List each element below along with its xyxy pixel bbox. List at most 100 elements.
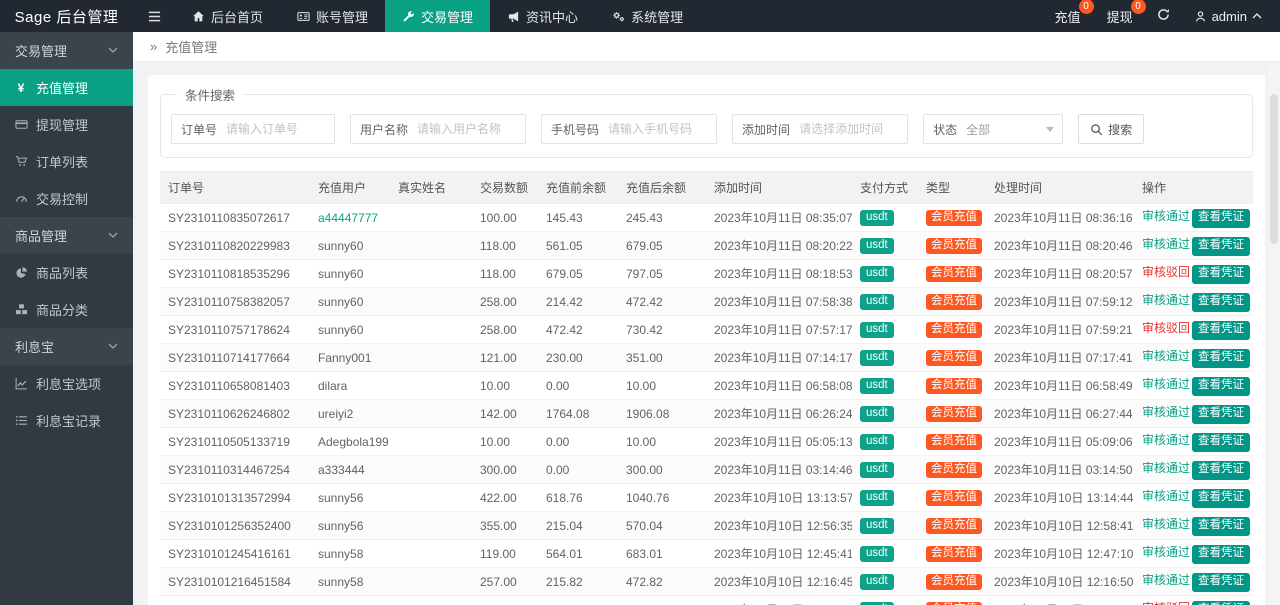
sidebar-item[interactable]: 提现管理 — [0, 106, 133, 143]
sidebar-item[interactable]: 订单列表 — [0, 143, 133, 180]
cell-pay: usdt — [852, 343, 918, 372]
sidebar-toggle-button[interactable] — [133, 0, 175, 32]
user-menu[interactable]: admin — [1194, 9, 1262, 24]
sidebar-group-header[interactable]: 交易管理 — [0, 32, 133, 69]
order-number: SY2310101313572994 — [168, 490, 291, 505]
nav-item[interactable]: 后台首页 — [175, 0, 280, 32]
view-voucher-button[interactable]: 查看凭证 — [1192, 517, 1251, 536]
view-voucher-button[interactable]: 查看凭证 — [1192, 461, 1251, 480]
sidebar-item[interactable]: 商品分类 — [0, 291, 133, 328]
view-voucher-button[interactable]: 查看凭证 — [1192, 573, 1251, 592]
filter-input[interactable] — [226, 115, 335, 143]
sidebar-item[interactable]: 利息宝记录 — [0, 402, 133, 439]
balance-before: 214.42 — [546, 294, 583, 309]
filter-input[interactable] — [799, 115, 908, 143]
balance-before: 0.00 — [546, 378, 570, 393]
megaphone-icon — [507, 10, 520, 23]
view-voucher-button[interactable]: 查看凭证 — [1192, 349, 1251, 368]
view-voucher-button[interactable]: 查看凭证 — [1192, 209, 1251, 228]
cell-user: Fanny001 — [310, 343, 390, 372]
audit-status: 审核通过 — [1142, 573, 1191, 588]
cell-actions: 审核通过 查看凭证 — [1134, 287, 1253, 316]
table-row: SY2310110714177664 Fanny001 121.00 230.00 35… — [160, 343, 1253, 372]
table-head: 订单号 充值用户 真实姓名 交易数额 充值前余额 充值后余额 添加时间 支付方式 类型 处理时间操… — [160, 171, 1253, 204]
cell-actions: 审核驳回查看凭证 — [1134, 315, 1253, 344]
nav-item-label: 系统管理 — [631, 9, 684, 25]
processed-time: 2023年10月11日 07:59:21 — [994, 323, 1133, 337]
cell-pay: usdt — [852, 539, 918, 568]
nav-item[interactable]: 交易管理 — [385, 0, 491, 32]
filter-input[interactable] — [608, 115, 717, 143]
filter-field-label: 手机号码 — [551, 122, 600, 137]
cell-after: 300.00 — [618, 455, 706, 484]
quick-link[interactable]: 提现 0 — [1107, 0, 1146, 26]
nav-item[interactable]: 系统管理 — [595, 0, 700, 32]
order-number: SY2310110505133719 — [168, 434, 290, 449]
type-badge: 会员充值 — [926, 545, 982, 563]
cell-user: a44447777 — [310, 203, 390, 232]
nav-item[interactable]: 资讯中心 — [490, 0, 595, 32]
sidebar-item[interactable]: 商品列表 — [0, 254, 133, 291]
cell-amount: 121.00 — [472, 343, 538, 372]
column-header: 充值后余额 — [618, 171, 706, 204]
cell-user: sunny60 — [310, 287, 390, 316]
view-voucher-button[interactable]: 查看凭证 — [1192, 489, 1251, 508]
cell-order: SY2310110818535296 — [160, 259, 310, 288]
cell-type: 会员充值 — [918, 483, 986, 512]
cell-order: SY2310110658081403 — [160, 371, 310, 400]
view-voucher-button[interactable]: 查看凭证 — [1192, 433, 1251, 452]
cell-user: sunny56 — [310, 511, 390, 540]
recharge-user: ureiyi2 — [318, 406, 354, 421]
cell-processed: 2023年10月11日 06:27:44 — [986, 399, 1134, 428]
processed-time: 2023年10月10日 12:47:10 — [994, 547, 1134, 561]
cell-processed: 2023年10月11日 07:59:21 — [986, 315, 1134, 344]
view-voucher-button[interactable]: 查看凭证 — [1192, 377, 1251, 396]
refresh-button[interactable] — [1157, 8, 1170, 24]
sidebar-item[interactable]: ¥ 充值管理 — [0, 69, 133, 106]
topbar-right: 充值 0 提现 0 admin — [1055, 0, 1280, 32]
search-button-label: 搜索 — [1108, 122, 1133, 137]
cell-before: 472.42 — [538, 315, 618, 344]
cell-processed: 2023年10月10日 13:14:44 — [986, 483, 1134, 512]
view-voucher-button[interactable]: 查看凭证 — [1192, 265, 1251, 284]
cell-before: 215.04 — [538, 511, 618, 540]
cell-after: 245.43 — [618, 203, 706, 232]
nav-item[interactable]: 账号管理 — [280, 0, 385, 32]
cell-order: SY2310110626246802 — [160, 399, 310, 428]
order-number: SY2310101256352400 — [168, 518, 291, 533]
processed-time: 2023年10月11日 05:09:06 — [994, 435, 1133, 449]
view-voucher-button[interactable]: 查看凭证 — [1192, 237, 1251, 256]
sidebar-group-header[interactable]: 商品管理 — [0, 217, 133, 254]
sidebar-item[interactable]: 交易控制 — [0, 180, 133, 217]
audit-status: 审核通过 — [1142, 405, 1191, 420]
cell-processed: 2023年10月11日 05:09:06 — [986, 427, 1134, 456]
processed-time: 2023年10月11日 06:58:49 — [994, 379, 1133, 393]
cell-order: SY2310110314467254 — [160, 455, 310, 484]
recharge-user[interactable]: a44447777 — [318, 211, 378, 225]
sidebar-group-header[interactable]: 利息宝 — [0, 328, 133, 365]
audit-status: 审核通过 — [1142, 517, 1191, 532]
sidebar-item-label: 充值管理 — [36, 81, 89, 96]
filter-input[interactable] — [417, 115, 526, 143]
cell-real-name — [390, 427, 472, 456]
scrollbar-track[interactable] — [1268, 64, 1280, 605]
view-voucher-button[interactable]: 查看凭证 — [1192, 545, 1251, 564]
table-row: SY2310101216451584 sunny58 257.00 215.82 472… — [160, 567, 1253, 596]
order-number: SY2310110757178624 — [168, 322, 290, 337]
cell-before: 215.82 — [538, 567, 618, 596]
status-select[interactable]: 全部 — [966, 115, 1062, 143]
layout: 交易管理 ¥ 充值管理 提现管理 订单列表 交易控制 商品管理 商品列表商品分类利息宝 利息宝选… — [0, 32, 1280, 605]
view-voucher-button[interactable]: 查看凭证 — [1192, 601, 1251, 605]
transaction-amount: 142.00 — [480, 406, 517, 421]
cell-added: 2023年10月10日 12:56:35 — [706, 511, 852, 540]
scrollbar-thumb[interactable] — [1270, 94, 1278, 244]
view-voucher-button[interactable]: 查看凭证 — [1192, 405, 1251, 424]
type-badge: 会员充值 — [926, 293, 982, 311]
view-voucher-button[interactable]: 查看凭证 — [1192, 293, 1251, 312]
search-button[interactable]: 搜索 — [1078, 114, 1145, 144]
audit-status: 审核驳回 — [1142, 321, 1191, 336]
view-voucher-button[interactable]: 查看凭证 — [1192, 321, 1251, 340]
quick-link[interactable]: 充值 0 — [1055, 0, 1094, 26]
sidebar-item[interactable]: 利息宝选项 — [0, 365, 133, 402]
sidebar-item-label: 商品分类 — [36, 303, 89, 318]
